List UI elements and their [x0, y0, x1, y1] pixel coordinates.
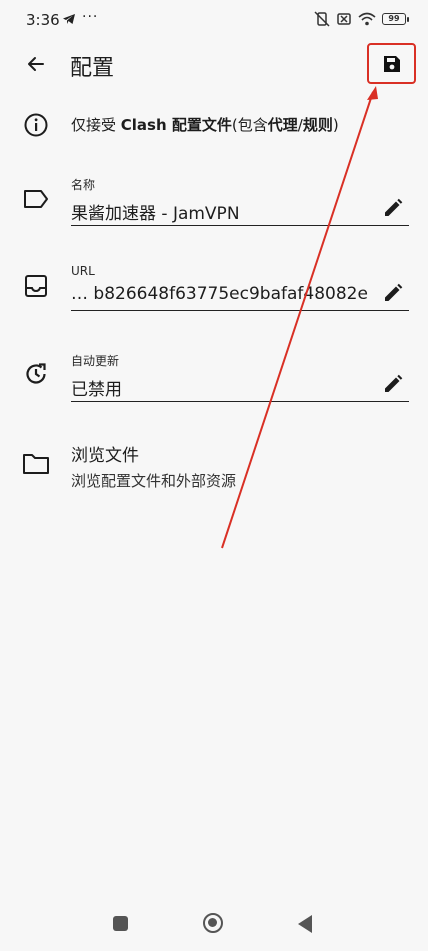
system-nav-bar: [0, 900, 428, 951]
home-button[interactable]: [203, 913, 223, 933]
annotation-arrow: [221, 86, 378, 549]
recents-button[interactable]: [113, 916, 128, 931]
back-nav-button[interactable]: [298, 915, 312, 933]
